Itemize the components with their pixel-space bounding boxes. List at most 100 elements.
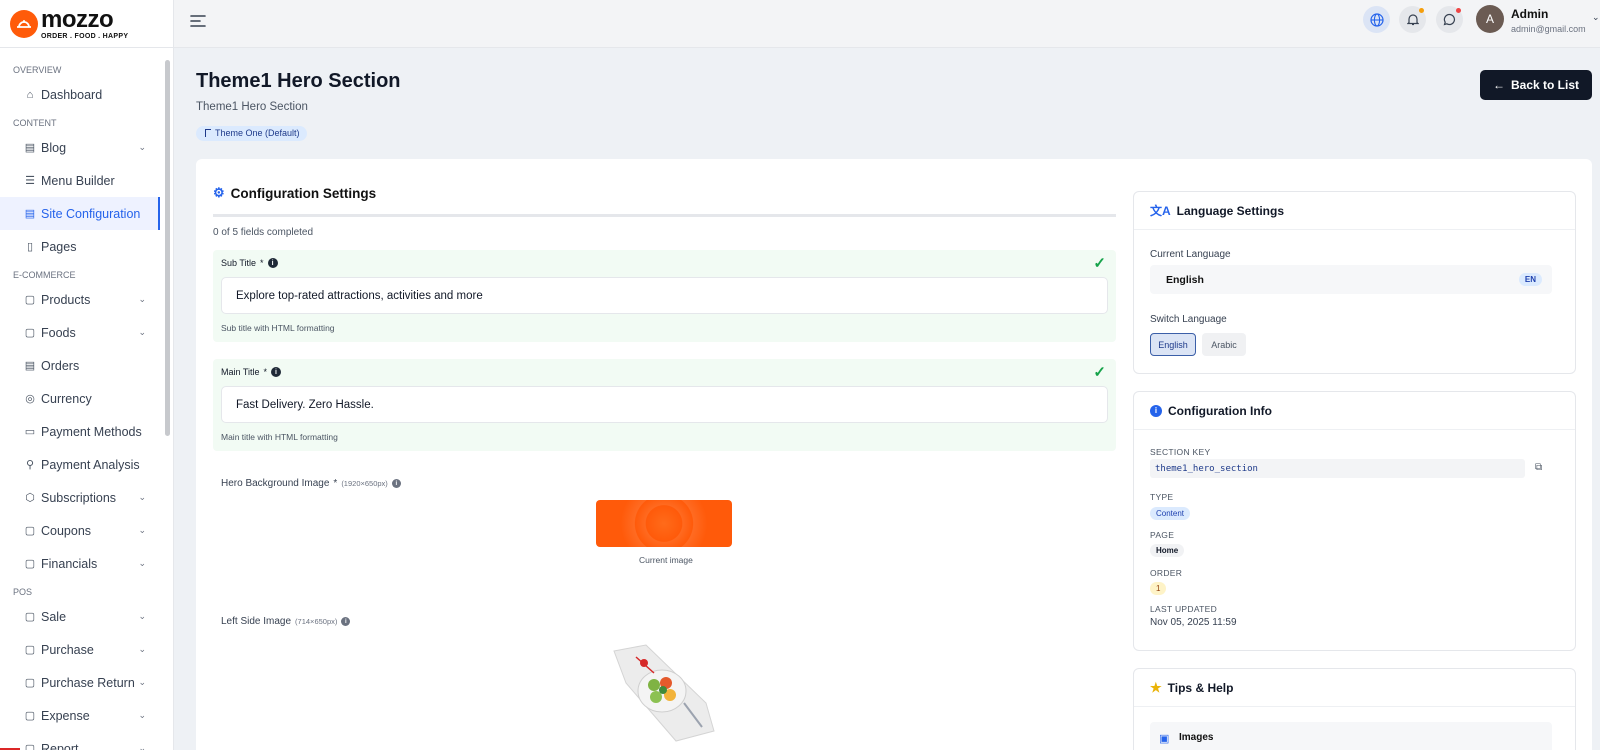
chevron-down-icon[interactable]: ⌄	[138, 492, 146, 503]
chevron-down-icon[interactable]: ⌄	[138, 644, 146, 655]
chevron-down-icon[interactable]: ⌄	[138, 142, 146, 153]
tips-help-title: Tips & Help	[1167, 680, 1234, 695]
chevron-down-icon[interactable]: ⌄	[138, 743, 146, 750]
sidebar-item-subscriptions[interactable]: ⬡ Subscriptions ⌄	[0, 481, 160, 514]
page-subtitle: Theme1 Hero Section	[196, 101, 308, 113]
sidebar-item-label: Payment Methods	[41, 424, 142, 439]
required-marker: *	[260, 258, 264, 268]
language-code-badge: EN	[1518, 273, 1542, 286]
chevron-down-icon[interactable]: ⌄	[138, 327, 146, 338]
language-option-arabic[interactable]: Arabic	[1202, 333, 1246, 356]
hero-image-preview[interactable]	[596, 500, 732, 547]
nav-section-title: E-COMMERCE	[13, 270, 76, 280]
last-updated-label: LAST UPDATED	[1150, 604, 1218, 614]
box-icon: ▢	[24, 677, 36, 689]
subtitle-input[interactable]: Explore top-rated attractions, activitie…	[221, 277, 1108, 314]
info-icon[interactable]: i	[341, 617, 351, 626]
sidebar-item-payment-analysis[interactable]: ⚲ Payment Analysis	[0, 448, 160, 481]
main-title-input[interactable]: Fast Delivery. Zero Hassle.	[221, 386, 1108, 423]
page-title: Theme1 Hero Section	[196, 70, 401, 92]
main-title-field: Main Title * i ✓ Fast Delivery. Zero Has…	[213, 359, 1116, 451]
hamburger-menu-icon[interactable]	[190, 12, 206, 33]
sidebar-item-pages[interactable]: ▯ Pages	[0, 230, 160, 263]
sidebar-item-label: Expense	[41, 708, 90, 723]
avatar[interactable]: A	[1476, 5, 1504, 33]
chevron-down-icon[interactable]: ⌄	[138, 558, 146, 569]
order-badge: 1	[1150, 582, 1167, 595]
analysis-icon: ⚲	[25, 459, 35, 471]
type-badge: Content	[1150, 507, 1191, 520]
home-icon: ⌂	[26, 88, 34, 101]
page-badge: Home	[1150, 544, 1185, 557]
left-side-image-preview[interactable]	[606, 643, 716, 743]
sidebar-item-sale[interactable]: ▢ Sale ⌄	[0, 600, 160, 633]
hero-image-dimensions: (1920×650px)	[341, 479, 388, 488]
document-icon: ▤	[24, 208, 36, 220]
tips-help-card: ★ Tips & Help ▣ Images	[1133, 668, 1576, 750]
main-title-help: Main title with HTML formatting	[221, 432, 338, 442]
orders-icon: ▤	[24, 360, 36, 372]
sidebar-item-purchase[interactable]: ▢ Purchase ⌄	[0, 633, 160, 666]
info-icon[interactable]: i	[267, 258, 278, 268]
required-marker: *	[333, 478, 338, 489]
sidebar-item-menu-builder[interactable]: ☰ Menu Builder	[0, 164, 160, 197]
chevron-down-icon[interactable]: ⌄	[138, 525, 146, 536]
chat-icon[interactable]	[1436, 6, 1463, 33]
box-icon: ▢	[24, 710, 36, 722]
subtitle-label-text: Sub Title	[221, 258, 257, 268]
sidebar-item-label: Report	[41, 741, 79, 750]
sidebar-item-label: Currency	[41, 391, 92, 406]
theme-badge-label: Theme One (Default)	[215, 128, 300, 138]
sidebar-item-expense[interactable]: ▢ Expense ⌄	[0, 699, 160, 732]
user-name[interactable]: Admin	[1511, 7, 1548, 21]
sidebar-item-blog[interactable]: ▤ Blog ⌄	[0, 131, 160, 164]
sidebar-item-financials[interactable]: ▢ Financials ⌄	[0, 547, 160, 580]
chevron-down-icon[interactable]: ⌄	[138, 294, 146, 305]
language-option-english[interactable]: English	[1150, 333, 1196, 356]
tips-item-title: Images	[1179, 732, 1214, 743]
box-icon: ▢	[24, 294, 36, 306]
chevron-down-icon[interactable]: ⌄	[138, 611, 146, 622]
info-icon[interactable]: i	[271, 367, 282, 377]
sidebar-scrollbar[interactable]	[165, 60, 170, 436]
chevron-down-icon[interactable]: ⌄	[1592, 12, 1600, 23]
nav-section-title: OVERVIEW	[13, 65, 62, 75]
language-settings-card: 文A Language Settings Current Language En…	[1133, 191, 1576, 374]
sidebar-item-label: Coupons	[41, 523, 92, 538]
copy-icon[interactable]: ⧉	[1535, 462, 1542, 473]
notification-bell-icon[interactable]	[1399, 6, 1426, 33]
sidebar-item-label: Dashboard	[41, 87, 103, 102]
brand-logo[interactable]: mozzo ORDER . FOOD . HAPPY	[0, 0, 173, 48]
required-marker: *	[263, 367, 268, 377]
menu-icon: ☰	[25, 175, 35, 187]
sidebar-item-label: Site Configuration	[41, 206, 141, 221]
left-image-label: Left Side Image (714×650px) i	[221, 616, 351, 627]
sidebar-item-label: Foods	[41, 325, 76, 340]
sidebar-item-report[interactable]: ▢ Report ⌄	[0, 732, 160, 750]
sidebar-item-coupons[interactable]: ▢ Coupons ⌄	[0, 514, 160, 547]
sidebar-item-purchase-return[interactable]: ▢ Purchase Return ⌄	[0, 666, 160, 699]
sidebar-item-currency[interactable]: ◎ Currency	[0, 382, 160, 415]
info-icon[interactable]: i	[391, 479, 401, 488]
sidebar-item-label: Financials	[41, 556, 98, 571]
chevron-down-icon[interactable]: ⌄	[138, 710, 146, 721]
globe-icon[interactable]	[1363, 6, 1390, 33]
sidebar-item-label: Products	[41, 292, 91, 307]
last-updated-value: Nov 05, 2025 11:59	[1150, 617, 1237, 628]
sidebar-item-site-configuration[interactable]: ▤ Site Configuration	[0, 197, 160, 230]
section-key-label: SECTION KEY	[1150, 447, 1211, 457]
left-image-label-text: Left Side Image	[221, 616, 292, 627]
sidebar-item-dashboard[interactable]: ⌂ Dashboard	[0, 78, 160, 111]
sidebar-item-foods[interactable]: ▢ Foods ⌄	[0, 316, 160, 349]
sidebar-item-products[interactable]: ▢ Products ⌄	[0, 283, 160, 316]
sidebar-item-payment-methods[interactable]: ▭ Payment Methods	[0, 415, 160, 448]
left-image-dimensions: (714×650px)	[295, 617, 338, 626]
order-label: ORDER	[1150, 568, 1183, 578]
configuration-info-card: i Configuration Info SECTION KEY theme1_…	[1133, 391, 1576, 651]
sidebar-item-label: Purchase	[41, 642, 94, 657]
sidebar-item-label: Purchase Return	[41, 675, 135, 690]
package-icon: ⬡	[25, 492, 35, 504]
chevron-down-icon[interactable]: ⌄	[138, 677, 146, 688]
back-to-list-button[interactable]: ← Back to List	[1480, 70, 1592, 100]
sidebar-item-orders[interactable]: ▤ Orders	[0, 349, 160, 382]
